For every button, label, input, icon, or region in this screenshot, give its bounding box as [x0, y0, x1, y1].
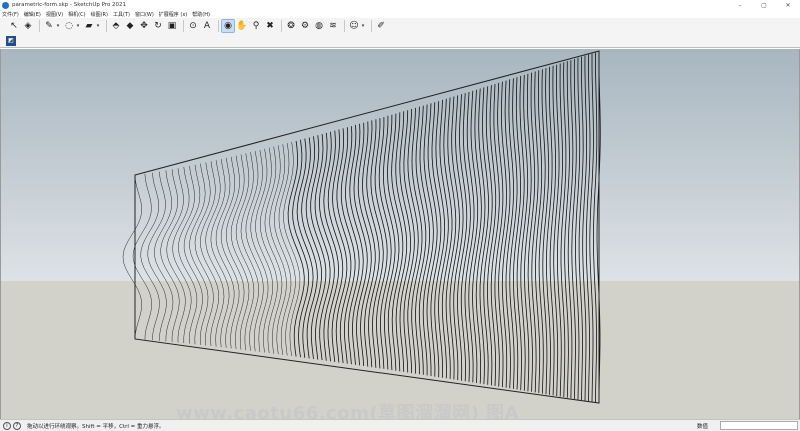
sky-background	[1, 49, 799, 281]
measurements-label: 数值	[697, 424, 709, 430]
secondary-toolbar: ◩	[0, 34, 800, 48]
offset-icon[interactable]: ◆	[124, 20, 136, 32]
pencil-icon[interactable]: ✎	[43, 20, 55, 32]
title-bar: parametric-form.skp - SketchUp Pro 2021 …	[0, 0, 800, 10]
maximize-button[interactable]: ▢	[752, 0, 776, 10]
watermark-text: www.caotu66.com(草图溜溜网) 图A	[176, 403, 520, 419]
menu-item-7[interactable]: 扩展程序 (x)	[159, 11, 187, 18]
menu-item-3[interactable]: 相机(C)	[68, 11, 85, 18]
help-icon[interactable]: ?	[13, 421, 21, 430]
layer-manager-icon[interactable]: ◩	[6, 35, 16, 46]
main-toolbar: ↖ ◈ ✎ ▾ ◌ ▾ ▰ ▾ ⬘ ◆ ✥ ↻ ▣ ⊙ A ◉ ✋ ⚲ ✖ ❂ ⚙ ◍ ≋ ☺ ▾ ✐	[0, 18, 800, 34]
warehouse-icon[interactable]: ❂	[285, 20, 297, 32]
menu-item-1[interactable]: 编辑(E)	[24, 11, 41, 18]
toolbar-separator	[344, 20, 345, 32]
select-icon[interactable]: ↖	[8, 20, 20, 32]
layout-icon[interactable]: ≋	[327, 20, 339, 32]
zoom-extents-icon[interactable]: ✖	[264, 20, 276, 32]
menu-item-6[interactable]: 窗口(W)	[135, 11, 154, 18]
chevron-down-icon[interactable]: ▾	[95, 20, 101, 32]
window-controls: – ▢ ✕	[728, 0, 800, 10]
status-message: 拖动以进行环绕观察。Shift = 平移，Ctrl = 重力悬浮。	[27, 423, 165, 430]
zoom-icon[interactable]: ⚲	[250, 20, 262, 32]
paint-bucket-icon[interactable]: ▰	[83, 20, 95, 32]
toolbar-separator	[218, 20, 219, 32]
chevron-down-icon[interactable]: ▾	[55, 20, 61, 32]
shape-icon[interactable]: ◌	[63, 20, 75, 32]
toolbar-separator	[281, 20, 282, 32]
menu-item-2[interactable]: 视图(V)	[46, 11, 63, 18]
toolbar-separator	[39, 20, 40, 32]
sketchup-window: parametric-form.skp - SketchUp Pro 2021 …	[0, 0, 800, 431]
menu-item-5[interactable]: 工具(T)	[113, 11, 130, 18]
scale-icon[interactable]: ▣	[166, 20, 178, 32]
sketchup-app-icon	[2, 1, 9, 9]
account-icon[interactable]: ☺	[348, 20, 360, 32]
measurements-input[interactable]	[720, 421, 798, 430]
menu-item-0[interactable]: 文件(F)	[2, 11, 19, 18]
menu-bar: 文件(F) 编辑(E) 视图(V) 相机(C) 绘图(R) 工具(T) 窗口(W) 扩展程序 …	[0, 10, 800, 18]
move-icon[interactable]: ✥	[138, 20, 150, 32]
edit-note-icon[interactable]: ✐	[375, 20, 387, 32]
extension-warehouse-icon[interactable]: ⚙	[299, 20, 311, 32]
model-scene[interactable]	[1, 49, 800, 419]
status-bar: i ? 拖动以进行环绕观察。Shift = 平移，Ctrl = 重力悬浮。 数值	[0, 419, 800, 431]
toolbar-separator	[106, 20, 107, 32]
eraser-icon[interactable]: ◈	[22, 20, 34, 32]
sketchup-icon[interactable]: ◍	[313, 20, 325, 32]
toolbar-separator	[371, 20, 372, 32]
tape-measure-icon[interactable]: ⊙	[187, 20, 199, 32]
text-icon[interactable]: A	[201, 20, 213, 32]
push-pull-icon[interactable]: ⬘	[110, 20, 122, 32]
toolbar-separator	[183, 20, 184, 32]
menu-item-8[interactable]: 帮助(H)	[192, 11, 210, 18]
model-viewport[interactable]: www.caotu66.com(草图溜溜网) 图A	[0, 49, 800, 419]
rotate-icon[interactable]: ↻	[152, 20, 164, 32]
chevron-down-icon[interactable]: ▾	[75, 20, 81, 32]
info-icon[interactable]: i	[3, 421, 11, 430]
chevron-down-icon[interactable]: ▾	[360, 20, 366, 32]
pan-icon[interactable]: ✋	[236, 20, 248, 32]
orbit-icon[interactable]: ◉	[221, 19, 235, 33]
minimize-button[interactable]: –	[728, 0, 752, 10]
window-title: parametric-form.skp - SketchUp Pro 2021	[12, 2, 127, 8]
close-button[interactable]: ✕	[776, 0, 800, 10]
menu-item-4[interactable]: 绘图(R)	[91, 11, 108, 18]
